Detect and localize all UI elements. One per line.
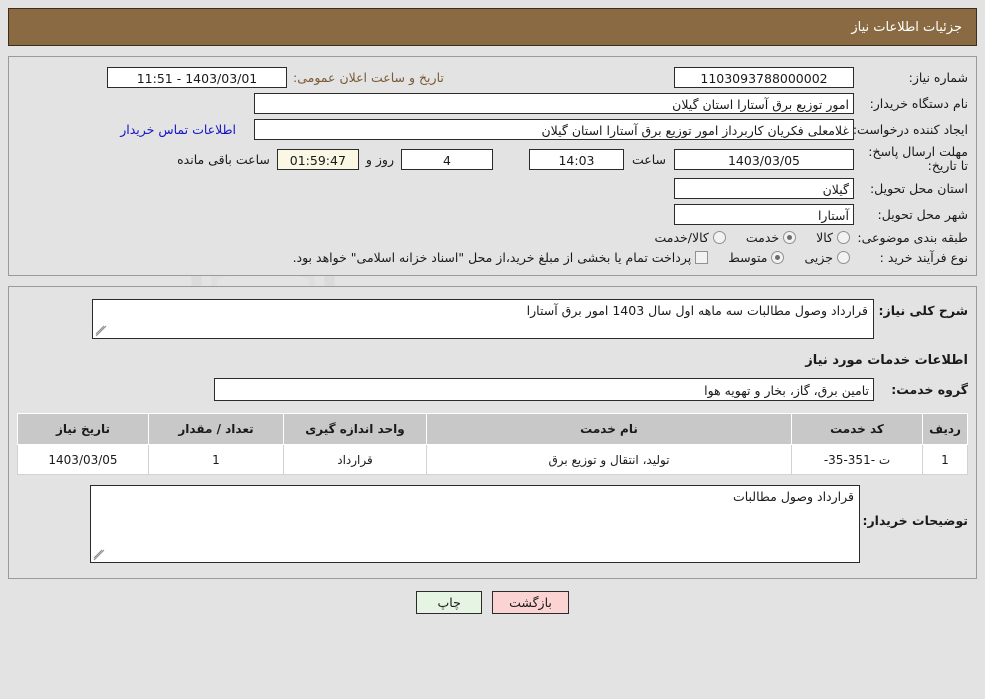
request-creator-label: ایجاد کننده درخواست: xyxy=(852,122,968,137)
category-label-khedmat: خدمت xyxy=(745,230,780,245)
row-request-creator: ایجاد کننده درخواست: غلامعلی فکریان کارب… xyxy=(17,119,968,140)
summary-label: شرح کلی نیاز: xyxy=(878,303,968,318)
purchase-type-label: نوع فرآیند خرید : xyxy=(879,250,968,265)
category-radio-kala-khedmat[interactable] xyxy=(712,231,726,244)
category-radio-group: کالا خدمت کالا/خدمت xyxy=(638,230,854,245)
deadline-time-label: ساعت xyxy=(631,151,666,167)
print-button[interactable]: چاپ xyxy=(416,591,483,614)
services-section-title: اطلاعات خدمات مورد نیاز xyxy=(805,353,968,368)
deadline-date-value: 1403/03/05 xyxy=(674,148,854,170)
page-title-bar: جزئیات اطلاعات نیاز xyxy=(8,8,977,46)
row-buyer-notes: توضیحات خریدار: قرارداد وصول مطالبات xyxy=(17,485,968,563)
footer-actions: بازگشت چاپ xyxy=(0,591,985,614)
row-deadline: مهلت ارسال پاسخ: تا تاریخ: 1403/03/05 سا… xyxy=(17,145,968,173)
deadline-days-value: 4 xyxy=(400,148,493,170)
public-announce-label: تاریخ و ساعت اعلان عمومی: xyxy=(293,70,444,85)
th-unit: واحد اندازه گیری xyxy=(283,413,427,445)
category-label-kala-khedmat: کالا/خدمت xyxy=(654,230,709,245)
need-number-value: 1103093788000002 xyxy=(674,67,854,88)
row-buyer-org: نام دستگاه خریدار: امور توزیع برق آستارا… xyxy=(17,93,968,114)
row-category: طبقه بندی موضوعی: کالا خدمت کالا/خدمت xyxy=(17,230,968,245)
need-number-label: شماره نیاز: xyxy=(908,70,968,85)
row-service-group: گروه خدمت: تامین برق، گاز، بخار و تهویه … xyxy=(17,378,968,401)
td-need-date: 1403/03/05 xyxy=(17,444,149,475)
buyer-org-label: نام دستگاه خریدار: xyxy=(869,96,968,111)
services-table-wrap: ردیف کد خدمت نام خدمت واحد اندازه گیری ت… xyxy=(17,413,968,475)
deadline-countdown-value: 01:59:47 xyxy=(276,148,359,170)
service-details-panel: شرح کلی نیاز: قرارداد وصول مطالبات سه ما… xyxy=(8,286,977,579)
treasury-bond-note: پرداخت تمام یا بخشی از مبلغ خرید،از محل … xyxy=(292,250,692,265)
page-title: جزئیات اطلاعات نیاز xyxy=(851,20,962,35)
buyer-contact-link[interactable]: اطلاعات تماس خریدار xyxy=(120,122,236,137)
summary-textarea[interactable]: قرارداد وصول مطالبات سه ماهه اول سال 140… xyxy=(92,299,874,339)
services-table: ردیف کد خدمت نام خدمت واحد اندازه گیری ت… xyxy=(17,413,968,475)
category-label: طبقه بندی موضوعی: xyxy=(857,230,968,245)
deadline-days-suffix: روز و xyxy=(365,151,394,167)
resize-grip-icon xyxy=(95,325,107,337)
service-group-label: گروه خدمت: xyxy=(891,382,968,397)
deadline-time-value: 14:03 xyxy=(528,148,624,170)
purchase-type-label-jozii: جزیی xyxy=(804,250,833,265)
category-radio-kala[interactable] xyxy=(837,231,850,244)
table-header-row: ردیف کد خدمت نام خدمت واحد اندازه گیری ت… xyxy=(17,413,968,445)
th-row-no: ردیف xyxy=(922,413,968,445)
treasury-bond-checkbox[interactable] xyxy=(695,251,709,264)
page-root: جزئیات اطلاعات نیاز شماره نیاز: 11030937… xyxy=(0,8,985,614)
deadline-countdown-suffix: ساعت باقی مانده xyxy=(177,151,270,167)
row-need-number: شماره نیاز: 1103093788000002 تاریخ و ساع… xyxy=(17,67,968,88)
row-delivery-province: استان محل تحویل: گیلان xyxy=(17,178,968,199)
need-info-panel: شماره نیاز: 1103093788000002 تاریخ و ساع… xyxy=(8,56,977,276)
th-quantity: تعداد / مقدار xyxy=(148,413,284,445)
delivery-city-label: شهر محل تحویل: xyxy=(877,207,968,222)
td-row-no: 1 xyxy=(922,444,968,475)
request-creator-value: غلامعلی فکریان کاربرداز امور توزیع برق آ… xyxy=(254,119,854,140)
category-radio-khedmat[interactable] xyxy=(783,231,797,244)
delivery-city-value: آستارا xyxy=(674,204,854,225)
summary-value: قرارداد وصول مطالبات سه ماهه اول سال 140… xyxy=(526,303,868,318)
buyer-org-value: امور توزیع برق آستارا استان گیلان xyxy=(254,93,854,114)
td-service-name: تولید، انتقال و توزیع برق xyxy=(426,444,792,475)
back-button[interactable]: بازگشت xyxy=(492,591,569,614)
service-group-value: تامین برق، گاز، بخار و تهویه هوا xyxy=(214,378,874,401)
category-label-kala: کالا xyxy=(816,230,833,245)
buyer-notes-value: قرارداد وصول مطالبات xyxy=(732,489,854,504)
td-unit: قرارداد xyxy=(283,444,427,475)
td-service-code: ت -351-35- xyxy=(791,444,923,475)
td-quantity: 1 xyxy=(148,444,284,475)
delivery-province-value: گیلان xyxy=(674,178,854,199)
table-row: 1 ت -351-35- تولید، انتقال و توزیع برق ق… xyxy=(17,444,968,475)
public-announce-value: 1403/03/01 - 11:51 xyxy=(107,67,287,88)
purchase-type-radio-group: جزیی متوسط xyxy=(712,250,854,265)
purchase-type-radio-motavaset[interactable] xyxy=(771,251,785,264)
purchase-type-label-motavaset: متوسط xyxy=(728,250,768,265)
delivery-province-label: استان محل تحویل: xyxy=(869,181,968,196)
resize-grip-icon xyxy=(93,549,105,561)
deadline-label: مهلت ارسال پاسخ: تا تاریخ: xyxy=(868,144,968,173)
row-purchase-type: نوع فرآیند خرید : جزیی متوسط پرداخت تمام… xyxy=(17,250,968,265)
purchase-type-radio-jozii[interactable] xyxy=(837,251,850,264)
th-need-date: تاریخ نیاز xyxy=(17,413,149,445)
th-service-name: نام خدمت xyxy=(426,413,792,445)
buyer-notes-label: توضیحات خریدار: xyxy=(862,513,968,528)
row-delivery-city: شهر محل تحویل: آستارا xyxy=(17,204,968,225)
buyer-notes-textarea[interactable]: قرارداد وصول مطالبات xyxy=(90,485,860,563)
th-service-code: کد خدمت xyxy=(791,413,923,445)
row-summary: شرح کلی نیاز: قرارداد وصول مطالبات سه ما… xyxy=(17,299,968,339)
